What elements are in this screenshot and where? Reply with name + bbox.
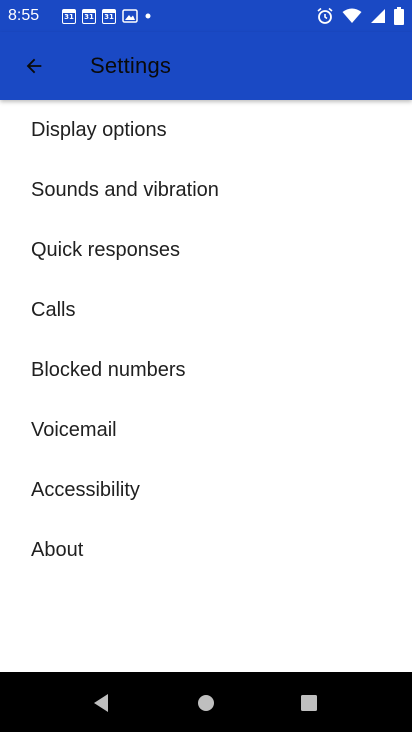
- settings-item-label: Accessibility: [31, 478, 140, 501]
- back-button[interactable]: [14, 46, 54, 86]
- settings-item-voicemail[interactable]: Voicemail: [0, 400, 412, 460]
- settings-item-label: Voicemail: [31, 418, 117, 441]
- settings-item-blocked-numbers[interactable]: Blocked numbers: [0, 340, 412, 400]
- settings-item-label: Sounds and vibration: [31, 178, 219, 201]
- signal-icon: [371, 9, 385, 23]
- home-circle-icon: [198, 695, 214, 711]
- settings-item-label: Display options: [31, 118, 167, 141]
- page-title: Settings: [90, 53, 172, 78]
- settings-item-about[interactable]: About: [0, 520, 412, 580]
- notification-icons: 31 31 31: [62, 7, 152, 25]
- calendar-icon: 31: [102, 8, 116, 24]
- nav-recents-button[interactable]: [296, 690, 322, 716]
- settings-item-label: About: [31, 538, 84, 561]
- status-time: 8:55: [8, 7, 40, 24]
- settings-list: Display options Sounds and vibration Qui…: [0, 100, 412, 580]
- settings-item-quick-responses[interactable]: Quick responses: [0, 220, 412, 280]
- dot-icon: [145, 13, 151, 19]
- settings-item-label: Calls: [31, 298, 76, 321]
- navigation-bar: [0, 672, 412, 732]
- calendar-icon: 31: [62, 8, 76, 24]
- settings-item-label: Blocked numbers: [31, 358, 186, 381]
- settings-item-sounds-and-vibration[interactable]: Sounds and vibration: [0, 160, 412, 220]
- nav-home-button[interactable]: [193, 690, 219, 716]
- alarm-icon: [317, 7, 333, 24]
- battery-icon: [394, 7, 404, 25]
- nav-back-button[interactable]: [88, 690, 114, 716]
- status-bar: 8:55 31 31 31: [0, 0, 412, 32]
- settings-item-calls[interactable]: Calls: [0, 280, 412, 340]
- settings-item-accessibility[interactable]: Accessibility: [0, 460, 412, 520]
- wifi-icon: [342, 8, 362, 23]
- app-bar: Settings: [0, 32, 412, 100]
- settings-item-display-options[interactable]: Display options: [0, 100, 412, 160]
- calendar-icon: 31: [82, 8, 96, 24]
- settings-item-label: Quick responses: [31, 238, 180, 261]
- recents-square-icon: [301, 695, 317, 711]
- mountain-icon: [122, 9, 138, 23]
- back-triangle-icon: [94, 694, 108, 712]
- system-icons: [316, 6, 404, 26]
- arrow-back-icon: [26, 58, 42, 74]
